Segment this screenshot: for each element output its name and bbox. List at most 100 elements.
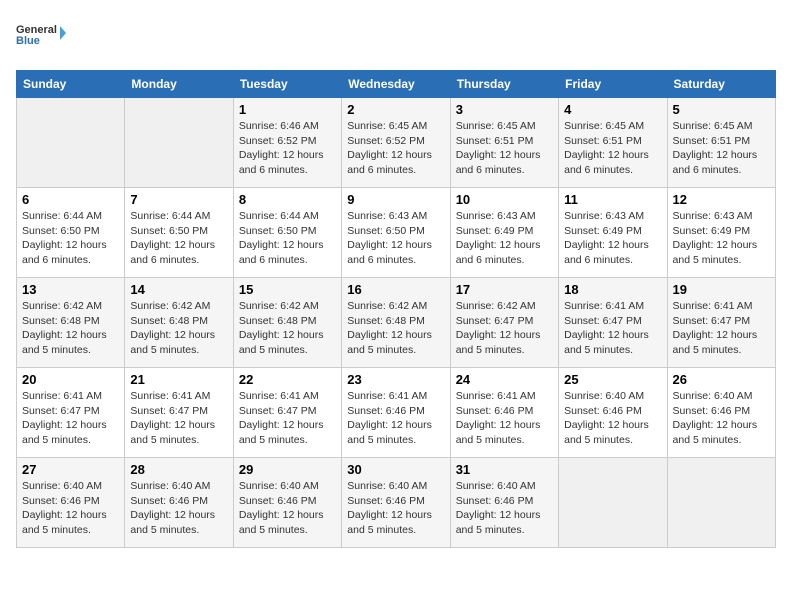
day-number: 18: [564, 282, 661, 297]
calendar-cell: 29 Sunrise: 6:40 AM Sunset: 6:46 PM Dayli…: [233, 458, 341, 548]
calendar-cell: [559, 458, 667, 548]
calendar-cell: 24Sunrise: 6:41 AM Sunset: 6:46 PM Dayli…: [450, 368, 558, 458]
svg-text:General: General: [16, 24, 57, 36]
calendar-cell: 22 Sunrise: 6:41 AM Sunset: 6:47 PM Dayli…: [233, 368, 341, 458]
day-info: Sunrise: 6:44 AM Sunset: 6:50 PM Dayligh…: [22, 209, 119, 268]
day-number: 15: [239, 282, 336, 297]
day-number: 13: [22, 282, 119, 297]
day-number: 30: [347, 462, 444, 477]
calendar-cell: 7Sunrise: 6:44 AM Sunset: 6:50 PM Daylig…: [125, 188, 233, 278]
day-info: Sunrise: 6:42 AM Sunset: 6:47 PM Dayligh…: [456, 299, 553, 358]
day-info: Sunrise: 6:45 AM Sunset: 6:51 PM Dayligh…: [673, 119, 770, 178]
day-info: Sunrise: 6:41 AM Sunset: 6:47 PM Dayligh…: [22, 389, 119, 448]
day-number: 10: [456, 192, 553, 207]
day-number: 14: [130, 282, 227, 297]
day-number: 17: [456, 282, 553, 297]
day-info: Sunrise: 6:41 AM Sunset: 6:47 PM Dayligh…: [239, 389, 336, 448]
header-day-monday: Monday: [125, 71, 233, 98]
week-row-3: 13 Sunrise: 6:42 AM Sunset: 6:48 PM Dayli…: [17, 278, 776, 368]
calendar-cell: 8 Sunrise: 6:44 AM Sunset: 6:50 PM Daylig…: [233, 188, 341, 278]
calendar-header: SundayMondayTuesdayWednesdayThursdayFrid…: [17, 71, 776, 98]
week-row-2: 6 Sunrise: 6:44 AM Sunset: 6:50 PM Daylig…: [17, 188, 776, 278]
day-number: 8: [239, 192, 336, 207]
day-number: 4: [564, 102, 661, 117]
calendar-cell: [17, 98, 125, 188]
calendar-cell: 27Sunrise: 6:40 AM Sunset: 6:46 PM Dayli…: [17, 458, 125, 548]
day-number: 19: [673, 282, 770, 297]
calendar-cell: 5 Sunrise: 6:45 AM Sunset: 6:51 PM Daylig…: [667, 98, 775, 188]
calendar-cell: 18 Sunrise: 6:41 AM Sunset: 6:47 PM Dayli…: [559, 278, 667, 368]
calendar-table: SundayMondayTuesdayWednesdayThursdayFrid…: [16, 70, 776, 548]
header-day-wednesday: Wednesday: [342, 71, 450, 98]
day-number: 9: [347, 192, 444, 207]
day-info: Sunrise: 6:45 AM Sunset: 6:51 PM Dayligh…: [456, 119, 553, 178]
day-info: Sunrise: 6:42 AM Sunset: 6:48 PM Dayligh…: [22, 299, 119, 358]
calendar-cell: 10Sunrise: 6:43 AM Sunset: 6:49 PM Dayli…: [450, 188, 558, 278]
day-number: 16: [347, 282, 444, 297]
header-day-sunday: Sunday: [17, 71, 125, 98]
day-info: Sunrise: 6:41 AM Sunset: 6:47 PM Dayligh…: [673, 299, 770, 358]
day-number: 20: [22, 372, 119, 387]
logo-svg: General Blue: [16, 16, 66, 58]
header-day-friday: Friday: [559, 71, 667, 98]
day-info: Sunrise: 6:43 AM Sunset: 6:49 PM Dayligh…: [673, 209, 770, 268]
calendar-cell: 30 Sunrise: 6:40 AM Sunset: 6:46 PM Dayli…: [342, 458, 450, 548]
calendar-cell: 28Sunrise: 6:40 AM Sunset: 6:46 PM Dayli…: [125, 458, 233, 548]
week-row-1: 1 Sunrise: 6:46 AM Sunset: 6:52 PM Daylig…: [17, 98, 776, 188]
calendar-cell: 9 Sunrise: 6:43 AM Sunset: 6:50 PM Daylig…: [342, 188, 450, 278]
day-info: Sunrise: 6:41 AM Sunset: 6:47 PM Dayligh…: [564, 299, 661, 358]
day-info: Sunrise: 6:46 AM Sunset: 6:52 PM Dayligh…: [239, 119, 336, 178]
week-row-5: 27Sunrise: 6:40 AM Sunset: 6:46 PM Dayli…: [17, 458, 776, 548]
calendar-cell: 15 Sunrise: 6:42 AM Sunset: 6:48 PM Dayli…: [233, 278, 341, 368]
day-number: 5: [673, 102, 770, 117]
calendar-body: 1 Sunrise: 6:46 AM Sunset: 6:52 PM Daylig…: [17, 98, 776, 548]
day-number: 26: [673, 372, 770, 387]
header-day-saturday: Saturday: [667, 71, 775, 98]
day-info: Sunrise: 6:40 AM Sunset: 6:46 PM Dayligh…: [347, 479, 444, 538]
calendar-cell: 3 Sunrise: 6:45 AM Sunset: 6:51 PM Daylig…: [450, 98, 558, 188]
day-info: Sunrise: 6:44 AM Sunset: 6:50 PM Dayligh…: [239, 209, 336, 268]
calendar-cell: 26 Sunrise: 6:40 AM Sunset: 6:46 PM Dayli…: [667, 368, 775, 458]
day-info: Sunrise: 6:42 AM Sunset: 6:48 PM Dayligh…: [239, 299, 336, 358]
day-info: Sunrise: 6:45 AM Sunset: 6:51 PM Dayligh…: [564, 119, 661, 178]
day-info: Sunrise: 6:43 AM Sunset: 6:50 PM Dayligh…: [347, 209, 444, 268]
calendar-cell: 31Sunrise: 6:40 AM Sunset: 6:46 PM Dayli…: [450, 458, 558, 548]
day-info: Sunrise: 6:43 AM Sunset: 6:49 PM Dayligh…: [564, 209, 661, 268]
day-info: Sunrise: 6:42 AM Sunset: 6:48 PM Dayligh…: [130, 299, 227, 358]
day-number: 1: [239, 102, 336, 117]
day-number: 24: [456, 372, 553, 387]
day-number: 28: [130, 462, 227, 477]
day-info: Sunrise: 6:40 AM Sunset: 6:46 PM Dayligh…: [673, 389, 770, 448]
calendar-cell: 11Sunrise: 6:43 AM Sunset: 6:49 PM Dayli…: [559, 188, 667, 278]
calendar-cell: 25Sunrise: 6:40 AM Sunset: 6:46 PM Dayli…: [559, 368, 667, 458]
day-number: 6: [22, 192, 119, 207]
calendar-cell: 20 Sunrise: 6:41 AM Sunset: 6:47 PM Dayli…: [17, 368, 125, 458]
day-info: Sunrise: 6:40 AM Sunset: 6:46 PM Dayligh…: [239, 479, 336, 538]
calendar-cell: 23Sunrise: 6:41 AM Sunset: 6:46 PM Dayli…: [342, 368, 450, 458]
day-info: Sunrise: 6:42 AM Sunset: 6:48 PM Dayligh…: [347, 299, 444, 358]
day-info: Sunrise: 6:44 AM Sunset: 6:50 PM Dayligh…: [130, 209, 227, 268]
svg-text:Blue: Blue: [16, 35, 40, 47]
header-day-tuesday: Tuesday: [233, 71, 341, 98]
header-day-thursday: Thursday: [450, 71, 558, 98]
day-number: 22: [239, 372, 336, 387]
calendar-cell: 14 Sunrise: 6:42 AM Sunset: 6:48 PM Dayli…: [125, 278, 233, 368]
day-number: 29: [239, 462, 336, 477]
day-number: 3: [456, 102, 553, 117]
calendar-cell: [125, 98, 233, 188]
logo: General Blue: [16, 16, 66, 58]
header-row: SundayMondayTuesdayWednesdayThursdayFrid…: [17, 71, 776, 98]
calendar-cell: [667, 458, 775, 548]
calendar-cell: 16 Sunrise: 6:42 AM Sunset: 6:48 PM Dayli…: [342, 278, 450, 368]
page-header: General Blue: [16, 16, 776, 58]
calendar-cell: 19 Sunrise: 6:41 AM Sunset: 6:47 PM Dayli…: [667, 278, 775, 368]
day-number: 23: [347, 372, 444, 387]
day-info: Sunrise: 6:40 AM Sunset: 6:46 PM Dayligh…: [456, 479, 553, 538]
calendar-cell: 13 Sunrise: 6:42 AM Sunset: 6:48 PM Dayli…: [17, 278, 125, 368]
day-number: 21: [130, 372, 227, 387]
day-info: Sunrise: 6:41 AM Sunset: 6:47 PM Dayligh…: [130, 389, 227, 448]
calendar-cell: 4 Sunrise: 6:45 AM Sunset: 6:51 PM Daylig…: [559, 98, 667, 188]
calendar-cell: 12Sunrise: 6:43 AM Sunset: 6:49 PM Dayli…: [667, 188, 775, 278]
calendar-cell: 1 Sunrise: 6:46 AM Sunset: 6:52 PM Daylig…: [233, 98, 341, 188]
calendar-cell: 2Sunrise: 6:45 AM Sunset: 6:52 PM Daylig…: [342, 98, 450, 188]
